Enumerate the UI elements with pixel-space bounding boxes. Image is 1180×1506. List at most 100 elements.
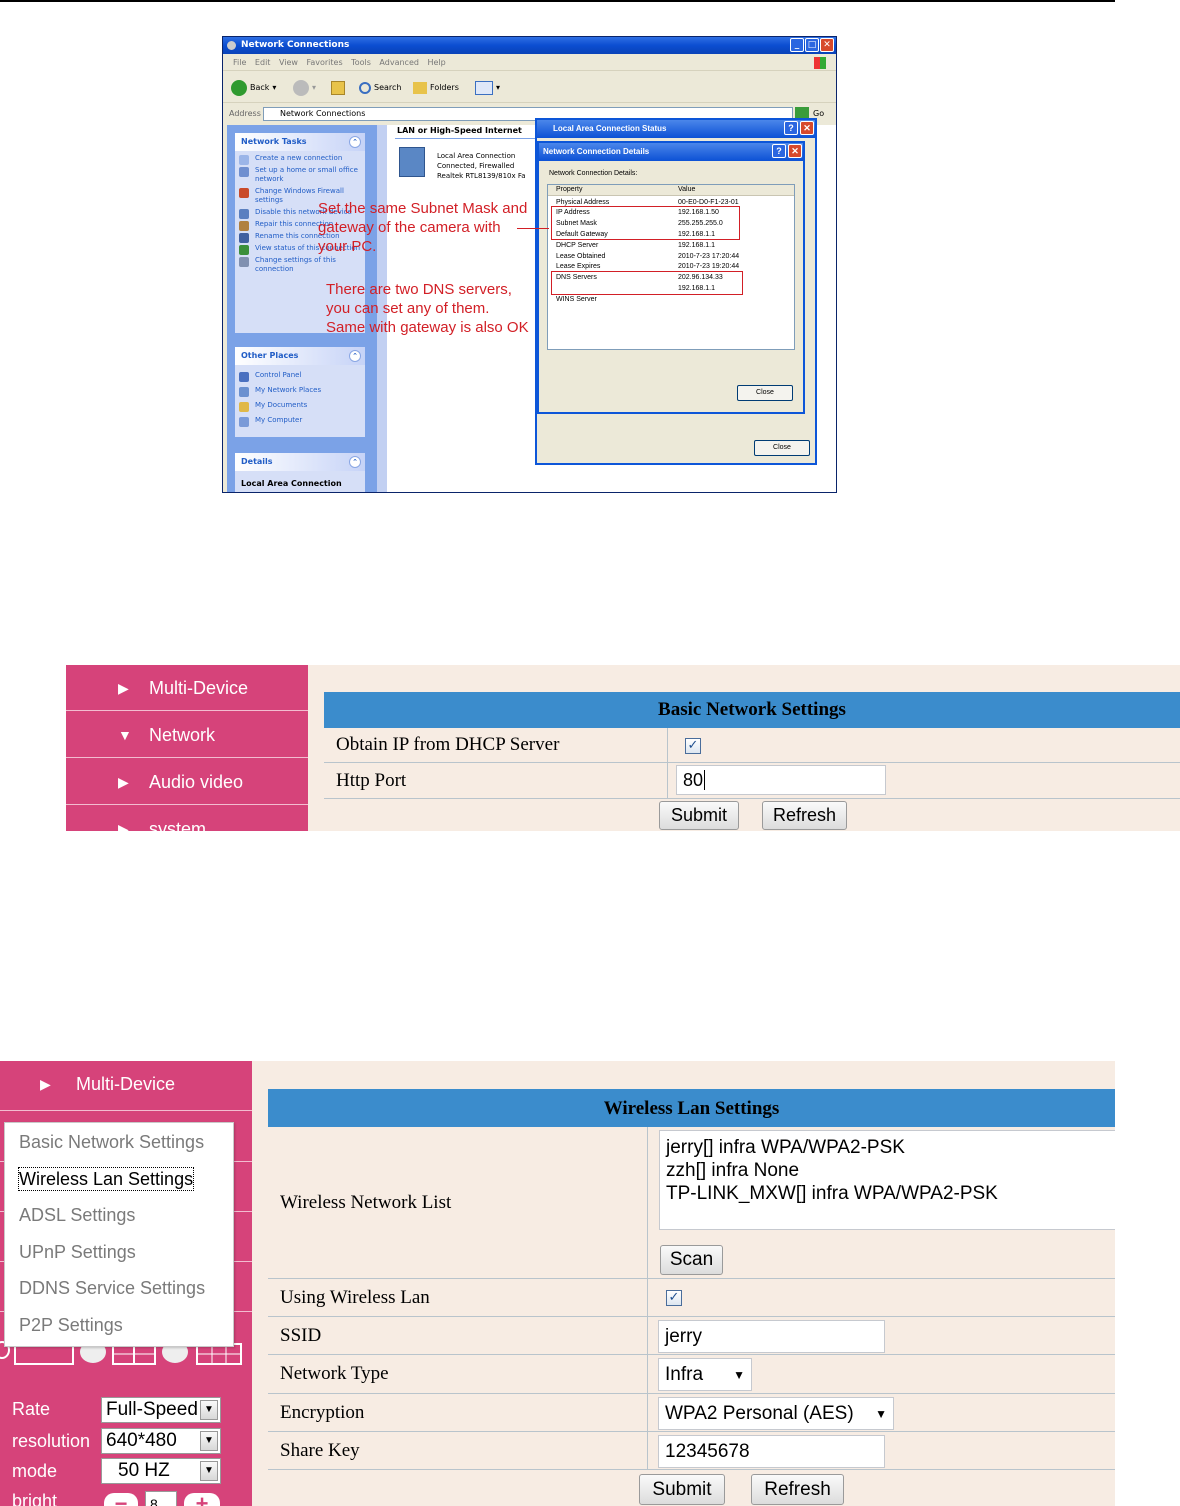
basic-network-panel: Basic Network Settings Obtain IP from DH… [308,665,1180,831]
place-label: My Documents [255,401,308,409]
menu-bar[interactable]: File Edit View Favorites Tools Advanced … [223,55,836,71]
place-item[interactable]: My Network Places [235,386,365,397]
task-item[interactable]: Create a new connection [235,154,365,165]
encryption-select[interactable]: WPA2 Personal (AES) ▼ [658,1397,894,1430]
views-button[interactable]: ▾ [475,73,500,103]
rate-select[interactable]: Full-Speed ▼ [101,1397,221,1423]
submenu-wireless-lan[interactable]: Wireless Lan Settings [17,1167,195,1191]
up-folder-button[interactable] [331,73,345,103]
property: DHCP Server [556,242,599,249]
network-type-select[interactable]: Infra ▼ [658,1358,752,1391]
status-close-button[interactable]: Close [754,440,810,456]
share-key-value: 12345678 [665,1440,750,1462]
maximize-icon[interactable]: □ [805,38,819,52]
panel-title: Wireless Lan Settings [268,1089,1115,1127]
details-title: Details [241,457,273,466]
help-icon[interactable]: ? [784,121,798,135]
task-item[interactable]: Change settings of this connection [235,256,365,274]
submenu-basic-network[interactable]: Basic Network Settings [19,1124,204,1160]
annotation-text: gateway of the camera with [318,219,501,236]
value-column-header[interactable]: Value [678,186,695,193]
views-icon [475,81,493,95]
collapse-icon[interactable]: ⌃ [349,136,361,148]
submit-button[interactable]: Submit [639,1474,725,1505]
dhcp-checkbox[interactable]: ✓ [685,738,701,754]
back-button[interactable]: Back ▾ [231,73,276,103]
network-option[interactable]: TP-LINK_MXW[] infra WPA/WPA2-PSK [666,1182,1115,1205]
task-item[interactable]: Set up a home or small office network [235,166,365,184]
collapse-icon[interactable]: ⌃ [349,350,361,362]
share-key-input[interactable]: 12345678 [658,1435,885,1468]
lan-connection-item[interactable]: Local Area Connection Connected, Firewal… [437,151,537,181]
mode-select[interactable]: 50 HZ ▼ [101,1458,221,1484]
using-wireless-label: Using Wireless Lan [268,1279,648,1316]
address-label: Address [229,109,261,118]
forward-arrow-icon [293,80,309,96]
submit-button[interactable]: Submit [659,801,739,830]
details-list[interactable]: Property Value Physical Address 00-E0-D0-… [547,184,795,350]
submenu-upnp[interactable]: UPnP Settings [19,1234,136,1270]
collapse-icon[interactable]: ⌃ [349,456,361,468]
sidebar-item-system[interactable]: ▶ system [66,806,308,831]
refresh-button[interactable]: Refresh [751,1474,844,1505]
refresh-button[interactable]: Refresh [762,801,847,830]
annotation-text: Set the same Subnet Mask and [318,200,528,217]
search-button[interactable]: Search [359,73,401,103]
sidebar-item-label: Multi-Device [76,1074,176,1094]
sidebar-item-multi-device[interactable]: ▶ Multi-Device [0,1061,252,1111]
network-list[interactable]: jerry[] infra WPA/WPA2-PSK zzh[] infra N… [659,1130,1115,1230]
other-places-header[interactable]: Other Places ⌃ [235,347,365,365]
scan-button[interactable]: Scan [660,1245,723,1275]
forward-button[interactable]: ▾ [293,73,316,103]
bright-label: bright [12,1491,58,1506]
sidebar-item-network[interactable]: ▼ Network [66,712,308,758]
details-item: Local Area Connection [241,479,342,488]
chevron-down-icon: ▼ [875,1406,887,1421]
rename-icon [239,233,249,243]
annotation-leader-line [517,228,549,229]
minimize-icon[interactable]: _ [790,38,804,52]
chevron-down-icon: ▼ [200,1461,218,1481]
folders-button[interactable]: Folders [413,73,459,103]
window-title: Network Connections [241,40,350,50]
submenu-ddns[interactable]: DDNS Service Settings [19,1270,205,1306]
mode-value: 50 HZ [118,1460,170,1481]
details-header[interactable]: Details ⌃ [235,453,365,471]
ssid-input[interactable]: jerry [658,1320,885,1353]
place-item[interactable]: My Documents [235,401,365,412]
network-icon [227,41,236,50]
bright-minus-button[interactable]: − [104,1493,138,1506]
menu-items[interactable]: File Edit View Favorites Tools Advanced … [233,58,446,67]
submenu-p2p[interactable]: P2P Settings [19,1307,123,1343]
place-item[interactable]: Control Panel [235,371,365,382]
using-wireless-checkbox[interactable]: ✓ [666,1290,682,1306]
bright-plus-button[interactable]: + [184,1493,220,1506]
place-item[interactable]: My Computer [235,416,365,427]
network-places-icon [239,387,249,397]
bright-input[interactable]: 8 [145,1491,177,1506]
submenu-adsl[interactable]: ADSL Settings [19,1197,135,1233]
help-icon[interactable]: ? [772,144,786,158]
network-tasks-header[interactable]: Network Tasks ⌃ [235,133,365,151]
sidebar-item-multi-device[interactable]: ▶ Multi-Device [66,665,308,711]
search-label: Search [374,83,402,92]
close-icon[interactable]: ✕ [788,144,802,158]
close-icon[interactable]: ✕ [820,38,834,52]
http-port-value: 80 [683,769,704,790]
lan-connection-icon[interactable] [399,147,425,177]
http-port-input[interactable]: 80 [676,765,886,795]
annotation-text: you can set any of them. [326,300,490,317]
control-panel-icon [239,372,249,382]
close-icon[interactable]: ✕ [800,121,814,135]
details-close-button[interactable]: Close [737,385,793,401]
chevron-down-icon: ▼ [200,1400,218,1420]
lan-adapter: Realtek RTL8139/810x Fa [437,172,526,180]
documents-icon [239,402,249,412]
sidebar-item-audio-video[interactable]: ▶ Audio video [66,759,308,805]
network-option[interactable]: zzh[] infra None [666,1159,1115,1182]
property-column-header[interactable]: Property [556,186,582,193]
network-option[interactable]: jerry[] infra WPA/WPA2-PSK [666,1136,1115,1159]
sidebar-item-label: system [149,819,207,831]
resolution-select[interactable]: 640*480 ▼ [101,1428,221,1454]
details-dialog: Network Connection Details ? ✕ Network C… [537,141,805,414]
